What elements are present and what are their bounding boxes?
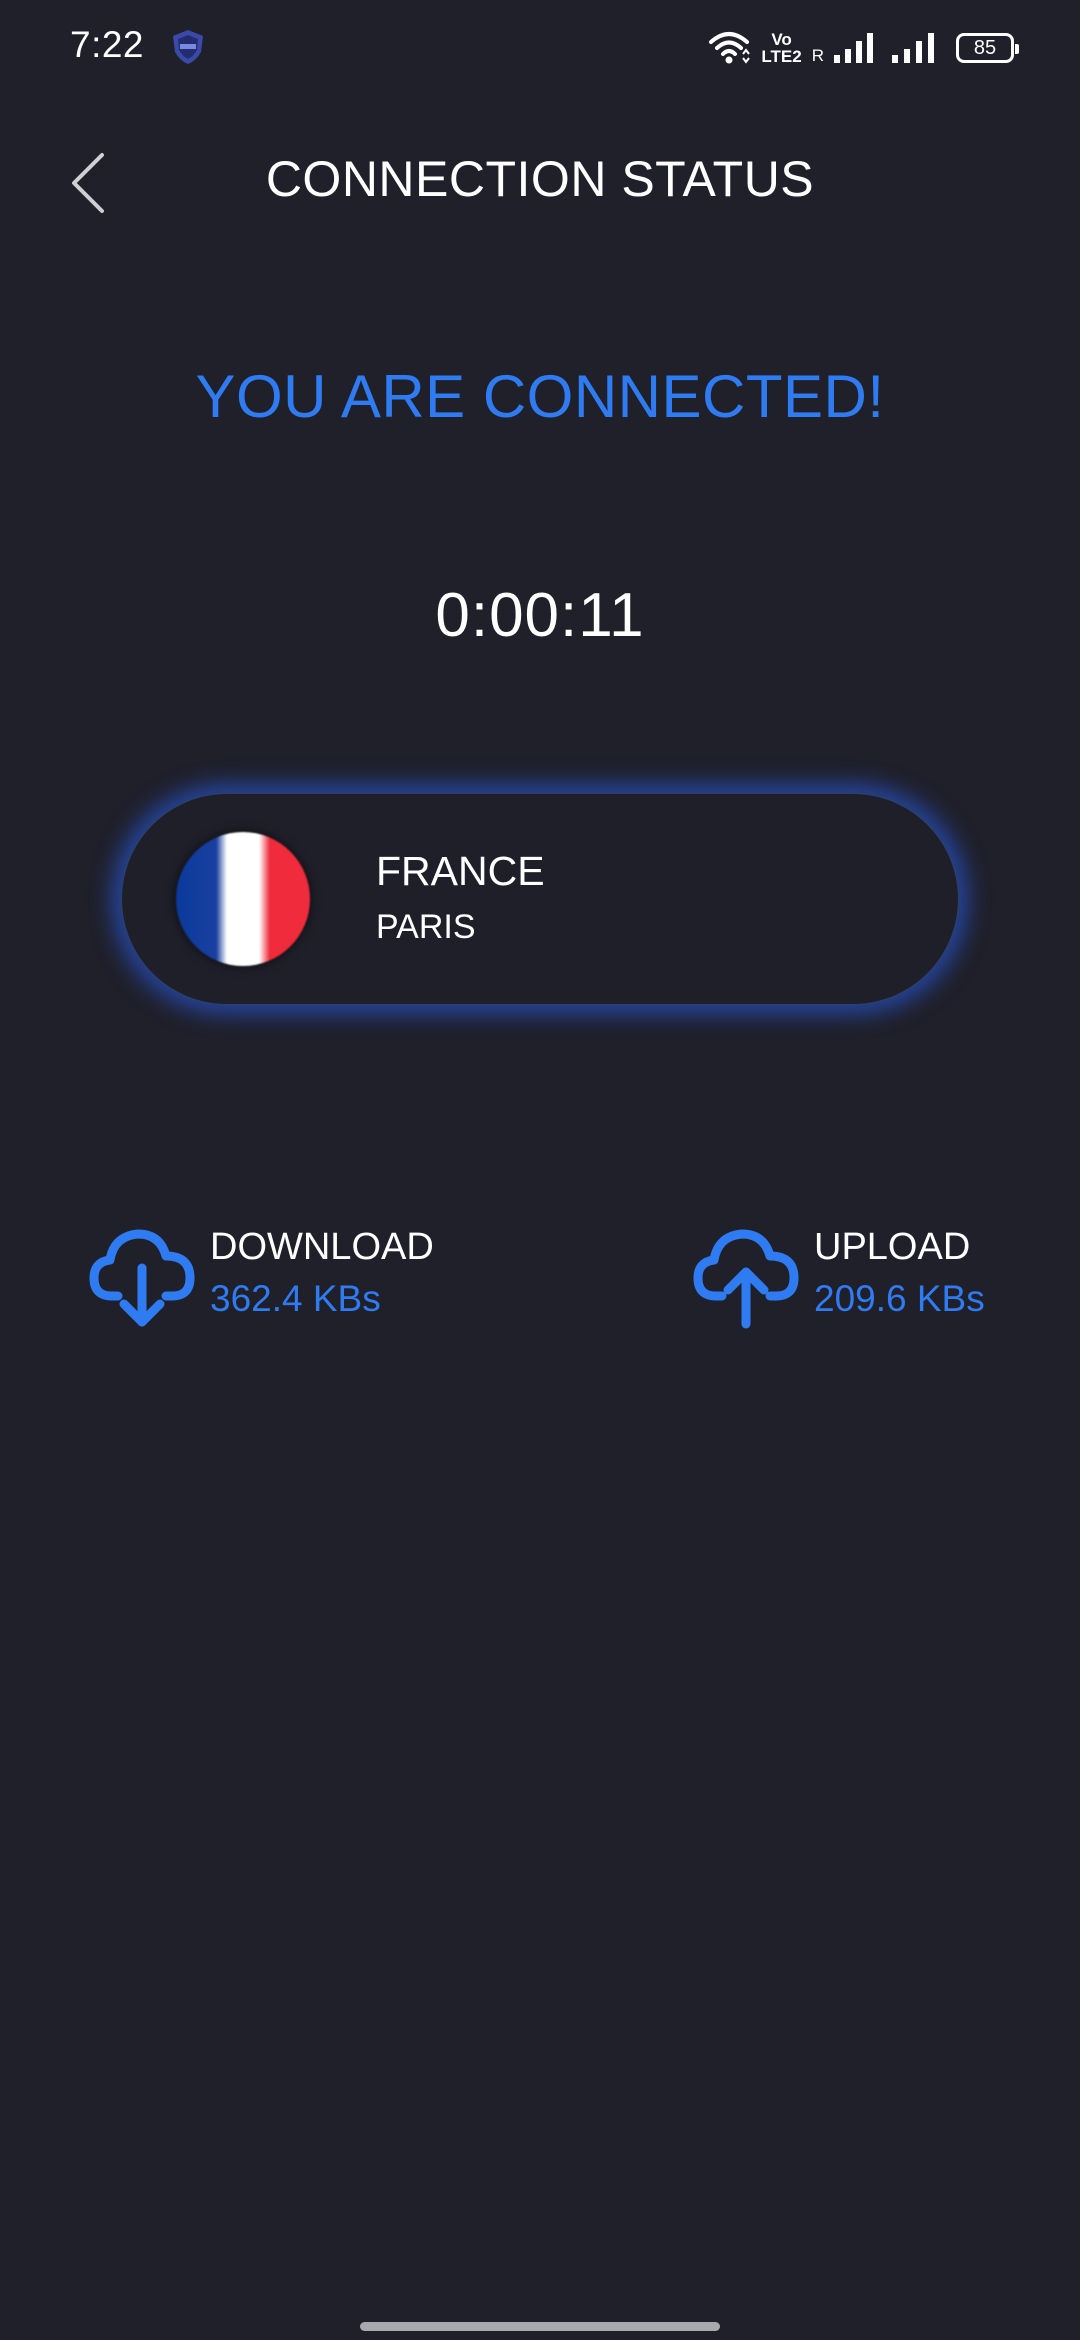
upload-value: 209.6 KBs bbox=[814, 1278, 985, 1319]
status-bar: 7:22 Vo LTE2 R 85 bbox=[0, 0, 1080, 96]
status-time: 7:22 bbox=[70, 24, 145, 65]
volte-bottom: LTE2 bbox=[761, 47, 802, 66]
cloud-upload-icon bbox=[693, 1229, 799, 1329]
upload-label: UPLOAD bbox=[814, 1226, 971, 1268]
roaming-indicator: R bbox=[811, 46, 824, 65]
page-title: CONNECTION STATUS bbox=[265, 151, 815, 207]
volte-indicator: Vo LTE2 bbox=[761, 31, 801, 65]
connection-status-message: YOU ARE CONNECTED! bbox=[195, 363, 885, 430]
server-card[interactable]: FRANCE PARIS bbox=[120, 792, 960, 1006]
signal-icon bbox=[834, 33, 873, 63]
home-indicator[interactable] bbox=[360, 2322, 720, 2331]
cloud-download-icon bbox=[89, 1229, 195, 1327]
vpn-shield-icon bbox=[173, 30, 203, 64]
server-city: PARIS bbox=[376, 908, 476, 946]
download-label: DOWNLOAD bbox=[210, 1226, 434, 1268]
server-country: FRANCE bbox=[376, 848, 545, 894]
battery-indicator: 85 bbox=[956, 33, 1019, 63]
status-icons: Vo LTE2 R 85 bbox=[697, 26, 1019, 70]
wifi-icon bbox=[709, 32, 751, 64]
download-value: 362.4 KBs bbox=[210, 1278, 381, 1319]
connection-status-screen: 7:22 Vo LTE2 R 85 CONNECTION STATUS YOU … bbox=[0, 0, 1080, 2340]
battery-level: 85 bbox=[973, 36, 997, 59]
volte-top: Vo bbox=[771, 30, 792, 49]
france-flag-icon bbox=[176, 832, 310, 966]
connection-timer: 0:00:11 bbox=[435, 581, 645, 650]
signal-icon bbox=[892, 33, 934, 63]
